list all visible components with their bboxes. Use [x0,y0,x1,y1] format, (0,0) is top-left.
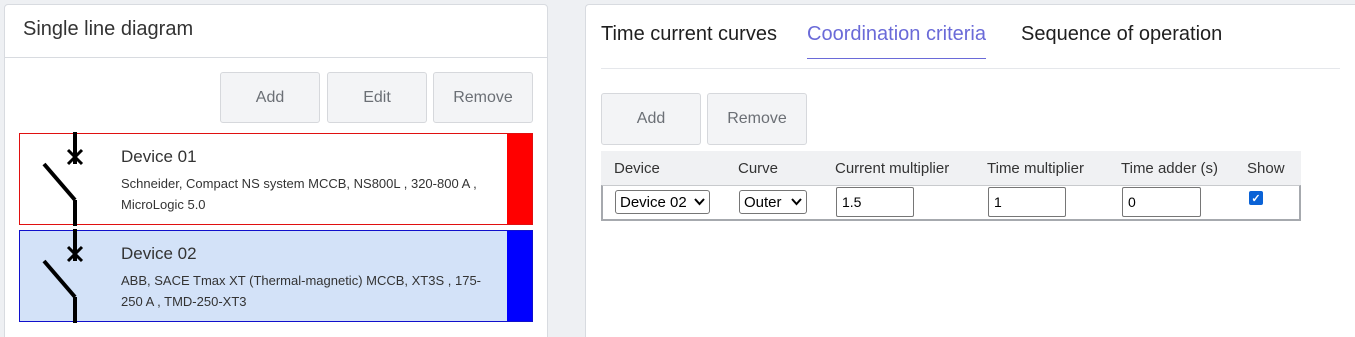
analysis-panel: Time current curves Coordination criteri… [585,4,1355,337]
add-criteria-button[interactable]: Add [601,93,701,145]
time-multiplier-input[interactable]: 1 [988,187,1066,217]
column-header: Time multiplier [987,160,1084,177]
column-header: Device [614,160,660,177]
device-name: Device 02 [121,244,197,263]
device-select[interactable]: Device 02 [615,190,710,214]
coordination-criteria-table: Device Curve Current multiplier Time mul… [601,151,1301,221]
tab-time-current-curves[interactable]: Time current curves [601,23,777,58]
add-device-button[interactable]: Add [220,72,320,123]
device-card-02[interactable]: Device 02 ABB, SACE Tmax XT (Thermal-mag… [19,229,533,323]
table-header: Device Curve Current multiplier Time mul… [601,151,1301,185]
column-header: Time adder (s) [1121,160,1218,177]
remove-criteria-button[interactable]: Remove [707,93,807,145]
circuit-breaker-icon [42,229,84,323]
device-color-bar [507,134,532,224]
edit-device-button[interactable]: Edit [327,72,427,123]
remove-device-button[interactable]: Remove [433,72,533,123]
device-color-bar [507,231,532,321]
tab-coordination-criteria[interactable]: Coordination criteria [807,23,986,59]
tab-bar: Time current curves Coordination criteri… [601,5,1340,69]
device-select-value: Device 02 [620,193,687,211]
device-card-01[interactable]: Device 01 Schneider, Compact NS system M… [19,132,533,226]
current-multiplier-input[interactable]: 1.5 [836,187,914,217]
column-header: Show [1247,160,1285,177]
tab-sequence-of-operation[interactable]: Sequence of operation [1021,23,1222,58]
column-header: Current multiplier [835,160,950,177]
device-description: ABB, SACE Tmax XT (Thermal-magnetic) MCC… [121,273,482,309]
panel-title: Single line diagram [5,5,547,58]
device-name: Device 01 [121,147,197,166]
time-adder-input[interactable]: 0 [1122,187,1201,217]
device-description: Schneider, Compact NS system MCCB, NS800… [121,176,477,212]
circuit-breaker-icon [42,132,84,226]
chevron-down-icon [791,198,802,206]
column-header: Curve [738,160,779,177]
table-row: Device 02 Outer 1.5 1 0 ✓ [601,185,1301,221]
chevron-down-icon [694,198,705,206]
show-checkbox[interactable]: ✓ [1249,191,1263,205]
curve-select[interactable]: Outer [739,190,807,214]
curve-select-value: Outer [744,193,782,211]
single-line-diagram-panel: Single line diagram Add Edit Remove Devi… [4,4,548,337]
